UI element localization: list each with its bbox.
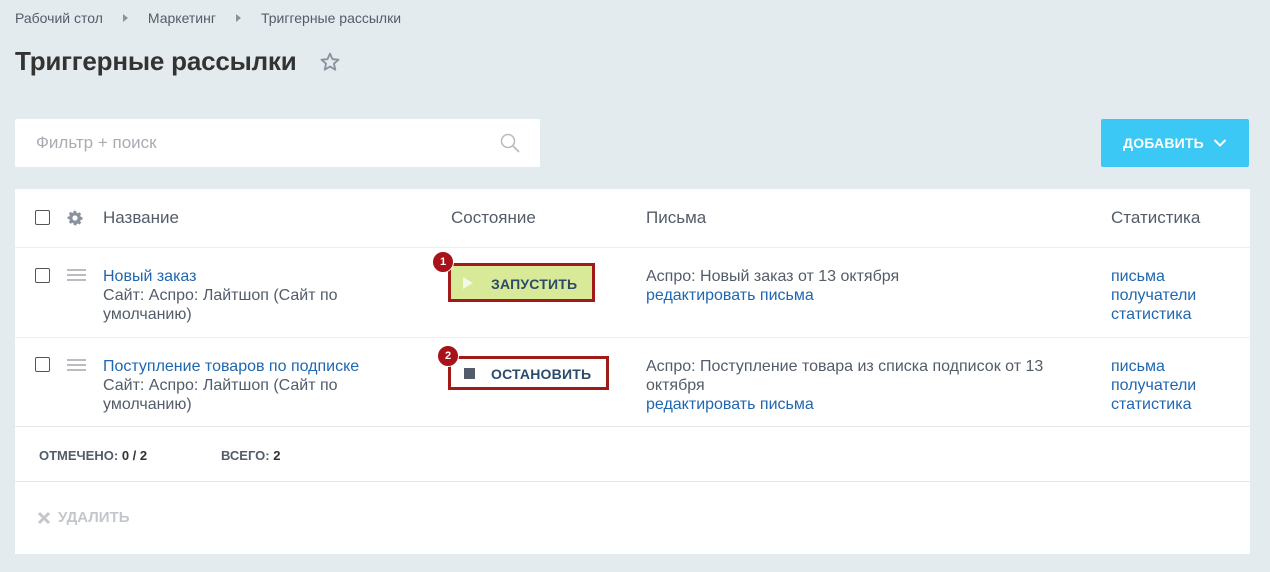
row-checkbox[interactable] bbox=[35, 357, 50, 372]
column-header-letters[interactable]: Письма bbox=[646, 208, 706, 228]
row-checkbox[interactable] bbox=[35, 268, 50, 283]
mailing-site-text: умолчанию) bbox=[103, 396, 192, 413]
column-header-statistics[interactable]: Статистика bbox=[1111, 208, 1200, 228]
chevron-down-icon bbox=[1213, 139, 1227, 147]
breadcrumb-separator-icon bbox=[235, 14, 241, 22]
page: Рабочий стол Маркетинг Триггерные рассыл… bbox=[0, 0, 1270, 572]
breadcrumb-item-marketing[interactable]: Маркетинг bbox=[148, 10, 216, 26]
stats-letters-link[interactable]: письма bbox=[1111, 357, 1165, 376]
edit-letters-link[interactable]: редактировать письма bbox=[646, 286, 814, 305]
star-icon[interactable] bbox=[319, 51, 341, 73]
column-header-state[interactable]: Состояние bbox=[451, 208, 536, 228]
mailing-site-text: Сайт: Аспро: Лайтшоп (Сайт по bbox=[103, 377, 338, 394]
letter-title-text: Аспро: Поступление товара из списка подп… bbox=[646, 358, 1044, 375]
drag-handle-icon[interactable] bbox=[67, 269, 86, 281]
edit-letters-link[interactable]: редактировать письма bbox=[646, 395, 814, 414]
step-badge: 2 bbox=[437, 345, 459, 367]
gear-icon[interactable] bbox=[67, 210, 83, 226]
divider bbox=[15, 426, 1250, 427]
filter-search-input[interactable] bbox=[15, 119, 485, 167]
mailing-name-link[interactable]: Новый заказ bbox=[103, 267, 196, 286]
stats-statistics-link[interactable]: статистика bbox=[1111, 395, 1191, 414]
play-icon bbox=[463, 277, 473, 289]
divider bbox=[15, 481, 1250, 482]
divider bbox=[15, 247, 1250, 248]
close-icon bbox=[37, 511, 51, 524]
stats-letters-link[interactable]: письма bbox=[1111, 267, 1165, 286]
mailing-site-text: Сайт: Аспро: Лайтшоп (Сайт по bbox=[103, 287, 338, 304]
mailing-site-text: умолчанию) bbox=[103, 306, 192, 323]
add-button-label: ДОБАВИТЬ bbox=[1123, 135, 1204, 151]
breadcrumb: Рабочий стол Маркетинг Триггерные рассыл… bbox=[15, 10, 401, 26]
stop-button[interactable]: ОСТАНОВИТЬ bbox=[448, 356, 609, 390]
page-title: Триггерные рассылки bbox=[15, 46, 297, 76]
breadcrumb-item-trigger-mailings[interactable]: Триггерные рассылки bbox=[261, 10, 401, 26]
column-header-name[interactable]: Название bbox=[103, 208, 179, 228]
total-count-value: 2 bbox=[273, 448, 281, 463]
stop-icon bbox=[464, 368, 475, 379]
divider bbox=[15, 337, 1250, 338]
mailing-name-link[interactable]: Поступление товаров по подписке bbox=[103, 357, 359, 376]
stats-statistics-link[interactable]: статистика bbox=[1111, 305, 1191, 324]
select-all-checkbox[interactable] bbox=[35, 210, 50, 225]
breadcrumb-item-desktop[interactable]: Рабочий стол bbox=[15, 10, 103, 26]
search-icon[interactable] bbox=[500, 133, 520, 153]
filter-search-box bbox=[15, 119, 540, 167]
delete-button[interactable]: УДАЛИТЬ bbox=[37, 509, 130, 526]
breadcrumb-separator-icon bbox=[122, 14, 128, 22]
selected-count-value: 0 / 2 bbox=[121, 448, 148, 463]
delete-button-label: УДАЛИТЬ bbox=[58, 509, 130, 526]
title-row: Триггерные рассылки bbox=[15, 46, 341, 77]
letter-title-text: октября bbox=[646, 377, 705, 394]
stats-recipients-link[interactable]: получатели bbox=[1111, 286, 1196, 305]
start-button-label: ЗАПУСТИТЬ bbox=[491, 276, 578, 292]
total-count-label: ВСЕГО: bbox=[221, 448, 270, 463]
add-button[interactable]: ДОБАВИТЬ bbox=[1101, 119, 1249, 167]
stats-recipients-link[interactable]: получатели bbox=[1111, 376, 1196, 395]
letter-title-text: Аспро: Новый заказ от 13 октября bbox=[646, 268, 900, 285]
selected-count-label: ОТМЕЧЕНО: bbox=[39, 448, 119, 463]
start-button[interactable]: ЗАПУСТИТЬ bbox=[448, 263, 595, 302]
drag-handle-icon[interactable] bbox=[67, 359, 86, 371]
selected-count: ОТМЕЧЕНО: 0 / 2 bbox=[39, 448, 147, 463]
stop-button-label: ОСТАНОВИТЬ bbox=[491, 366, 592, 382]
total-count: ВСЕГО: 2 bbox=[221, 448, 280, 463]
step-badge: 1 bbox=[432, 251, 454, 273]
mailings-table-panel: Название Состояние Письма Статистика Нов… bbox=[15, 189, 1250, 554]
